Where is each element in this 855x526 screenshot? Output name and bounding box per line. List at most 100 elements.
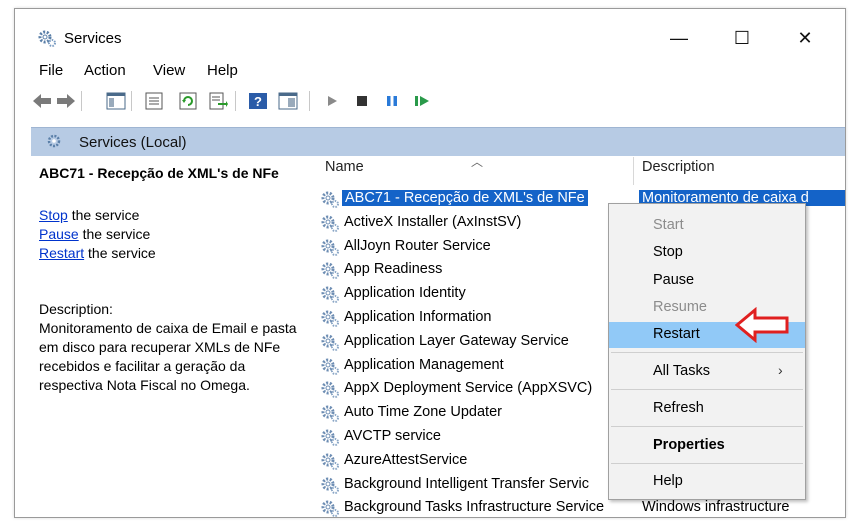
- pause-action-line: Pause the service: [39, 226, 150, 242]
- service-gear-icon: [321, 215, 339, 232]
- show-hide-tree-icon: [106, 92, 126, 110]
- service-gear-icon: [321, 453, 339, 470]
- start-service-icon: [328, 96, 337, 106]
- close-button[interactable]: ✕: [783, 23, 827, 53]
- ctx-separator: [611, 426, 803, 427]
- menu-view[interactable]: View: [153, 62, 185, 79]
- toolbar-separator: [81, 91, 82, 111]
- service-name: ABC71 - Recepção de XML's de NFe: [342, 190, 588, 206]
- minimize-button[interactable]: —: [657, 23, 701, 53]
- maximize-icon: ☐: [733, 27, 751, 48]
- pause-service-link[interactable]: Pause: [39, 226, 79, 242]
- service-name: Application Management: [344, 356, 504, 373]
- red-annotation-arrow-icon: [735, 307, 789, 343]
- close-icon: ✕: [797, 27, 813, 48]
- properties-icon: [145, 92, 163, 110]
- service-gear-icon: [321, 405, 339, 423]
- show-hide-tree-button[interactable]: [105, 91, 127, 111]
- service-gear-icon: [321, 286, 339, 304]
- service-name: ActiveX Installer (AxInstSV): [344, 213, 522, 230]
- service-description: Windows infrastructure: [642, 499, 790, 516]
- service-gear-icon: [321, 381, 339, 399]
- toolbar-separator: [235, 91, 236, 111]
- services-gear-icon: [38, 30, 56, 47]
- forward-button[interactable]: [55, 91, 77, 111]
- service-name: AllJoyn Router Service: [344, 237, 491, 254]
- restart-service-button[interactable]: [411, 91, 433, 111]
- ctx-separator: [611, 463, 803, 464]
- scope-title: Services (Local): [79, 134, 187, 151]
- service-name: Auto Time Zone Updater: [344, 404, 502, 421]
- restart-action-suffix: the service: [84, 245, 156, 261]
- maximize-button[interactable]: ☐: [720, 23, 764, 53]
- service-name: AVCTP service: [344, 428, 441, 444]
- service-gear-icon: [321, 310, 339, 327]
- service-gear-icon: [321, 334, 339, 351]
- restart-service-link[interactable]: Restart: [39, 245, 84, 261]
- service-name: Background Intelligent Transfer Servic: [344, 475, 590, 492]
- back-icon: [33, 94, 51, 108]
- menu-file[interactable]: File: [39, 62, 63, 79]
- properties-button[interactable]: [143, 91, 165, 111]
- service-gear-icon: [321, 500, 339, 517]
- description-text: Monitoramento de caixa de Email e pasta …: [39, 320, 297, 393]
- export-list-icon: [209, 92, 228, 110]
- minimize-icon: —: [670, 27, 688, 48]
- services-window: Services — ☐ ✕ File Action View Help ? S…: [14, 8, 846, 518]
- window-title: Services: [64, 30, 122, 47]
- context-menu: Start Stop Pause Resume Restart All Task…: [608, 203, 806, 500]
- service-gear-icon: [321, 358, 339, 375]
- console-icon: [278, 92, 298, 110]
- selected-service-title: ABC71 - Recepção de XML's de NFe: [39, 165, 279, 181]
- toolbar-separator: [131, 91, 132, 111]
- service-gear-icon: [321, 262, 339, 280]
- service-gear-icon: [321, 191, 339, 208]
- service-name: Application Layer Gateway Service: [344, 332, 569, 349]
- ctx-help[interactable]: Help: [609, 469, 805, 495]
- menu-action[interactable]: Action: [84, 62, 126, 79]
- ctx-start[interactable]: Start: [609, 213, 805, 239]
- ctx-properties[interactable]: Properties: [609, 433, 805, 459]
- stop-service-icon: [357, 96, 367, 106]
- service-name: AzureAttestService: [344, 451, 468, 468]
- description-label: Description:: [39, 301, 113, 317]
- refresh-icon: [179, 92, 197, 110]
- toolbar-separator: [309, 91, 310, 111]
- column-header-name[interactable]: Name: [325, 159, 364, 183]
- help-icon: ?: [249, 93, 267, 109]
- service-gear-icon: [321, 477, 339, 494]
- submenu-chevron-icon: ›: [778, 362, 783, 378]
- sort-ascending-icon: ︿: [471, 155, 484, 169]
- menu-bar: File Action View Help: [15, 59, 845, 83]
- restart-service-icon: [415, 96, 429, 106]
- stop-action-suffix: the service: [67, 207, 140, 223]
- service-gear-icon: [321, 429, 339, 446]
- back-button[interactable]: [31, 91, 53, 111]
- refresh-button[interactable]: [177, 91, 199, 111]
- column-separator[interactable]: [633, 157, 634, 185]
- ctx-separator: [611, 352, 803, 353]
- stop-service-link[interactable]: Stop: [39, 207, 68, 223]
- service-name: Background Tasks Infrastructure Service: [344, 499, 605, 516]
- service-name: Application Identity: [344, 285, 466, 302]
- help-button[interactable]: ?: [247, 91, 269, 111]
- console-button[interactable]: [277, 91, 299, 111]
- stop-service-button[interactable]: [351, 91, 373, 111]
- ctx-all-tasks[interactable]: All Tasks ›: [609, 359, 805, 385]
- title-bar: Services — ☐ ✕: [15, 9, 845, 53]
- ctx-separator: [611, 389, 803, 390]
- ctx-pause[interactable]: Pause: [609, 268, 805, 294]
- start-service-button[interactable]: [321, 91, 343, 111]
- service-name: Application Information: [344, 309, 492, 325]
- column-header-description[interactable]: Description: [642, 159, 715, 183]
- service-name: App Readiness: [344, 261, 443, 278]
- ctx-stop[interactable]: Stop: [609, 240, 805, 266]
- pause-service-button[interactable]: [381, 91, 403, 111]
- menu-help[interactable]: Help: [207, 62, 238, 79]
- export-list-button[interactable]: [207, 91, 229, 111]
- ctx-refresh[interactable]: Refresh: [609, 396, 805, 422]
- restart-action-line: Restart the service: [39, 245, 156, 261]
- service-name: AppX Deployment Service (AppXSVC): [344, 380, 593, 397]
- forward-icon: [57, 94, 75, 108]
- service-gear-icon: [321, 239, 339, 256]
